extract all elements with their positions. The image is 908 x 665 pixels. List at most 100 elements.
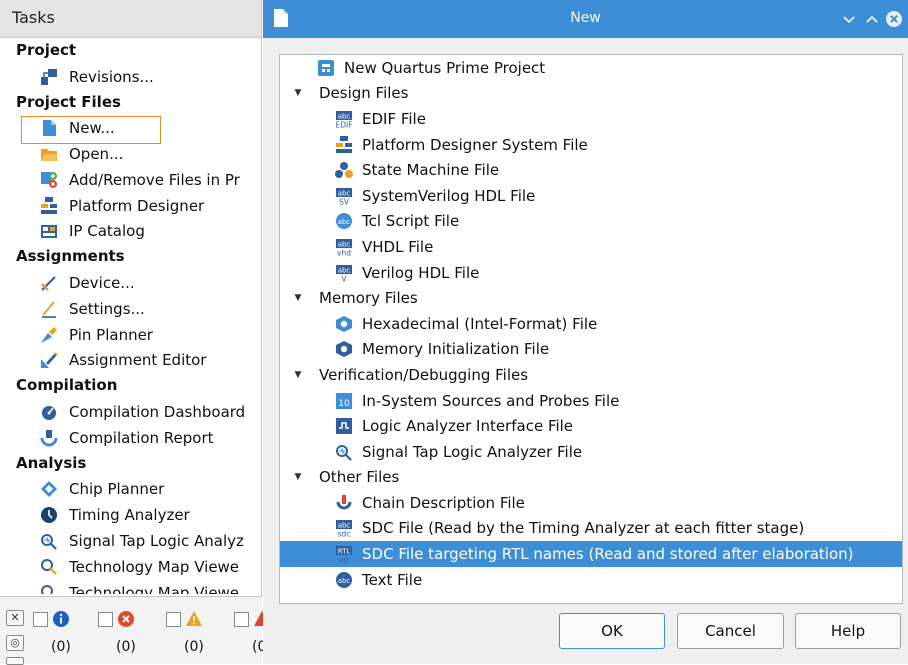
cancel-button[interactable]: Cancel: [677, 613, 784, 649]
task-item-label: Technology Map Viewe: [69, 583, 240, 594]
expand-caret-icon[interactable]: ▼: [289, 293, 307, 303]
tree-item-sdc-file-targeting-rtl-names-read-and-st[interactable]: RTL sdc SDC File targeting RTL names (Read…: [280, 541, 902, 567]
tree-item-verilog-hdl-file[interactable]: abc V Verilog HDL File: [280, 260, 902, 286]
tree-item-sdc-file-read-by-the-timing-analyzer-at-[interactable]: abc sdc SDC File (Read by the Timing Analy…: [280, 516, 902, 542]
minimize-icon[interactable]: [840, 10, 858, 28]
tree-item-vhdl-file[interactable]: abc vhd VHDL File: [280, 234, 902, 260]
tree-item-signal-tap-logic-analyzer-file[interactable]: Signal Tap Logic Analyzer File: [280, 439, 902, 465]
tree-item-label: Other Files: [319, 468, 400, 487]
task-item-technology-map-viewe[interactable]: Technology Map Viewe: [0, 580, 262, 594]
svg-text:V: V: [341, 274, 347, 282]
task-item-timing-analyzer[interactable]: Timing Analyzer: [0, 502, 262, 528]
open-folder-icon: [40, 145, 58, 163]
task-item-revisions[interactable]: Revisions...: [0, 64, 262, 90]
filter-checkbox[interactable]: [33, 611, 48, 627]
svg-text:abc: abc: [338, 189, 351, 197]
tree-category-memory-files[interactable]: ▼ Memory Files: [280, 285, 902, 311]
tree-item-new-quartus-prime-project[interactable]: New Quartus Prime Project: [280, 55, 902, 81]
task-item-platform-designer[interactable]: Platform Designer: [0, 193, 262, 219]
pin-planner-icon: [40, 326, 58, 344]
tree-item-hexadecimal-intel-format-file[interactable]: Hexadecimal (Intel-Format) File: [280, 311, 902, 337]
dialog-titlebar[interactable]: New: [263, 0, 908, 38]
tree-item-label: Chain Description File: [362, 493, 525, 512]
tree-item-in-system-sources-and-probes-file[interactable]: 10 In-System Sources and Probes File: [280, 388, 902, 414]
svg-text:10: 10: [338, 399, 350, 409]
tree-item-label: Verilog HDL File: [362, 263, 480, 282]
message-count: (0): [51, 639, 71, 655]
tree-item-label: SDC File (Read by the Timing Analyzer at…: [362, 519, 805, 538]
tree-item-text-file[interactable]: abc Text File: [280, 567, 902, 593]
task-item-ip-catalog[interactable]: IP Catalog: [0, 219, 262, 245]
task-item-technology-map-viewe[interactable]: Technology Map Viewe: [0, 554, 262, 580]
message-count: (0): [184, 639, 204, 655]
filter-checkbox[interactable]: [98, 611, 113, 627]
tree-item-label: In-System Sources and Probes File: [362, 391, 620, 410]
verilog-file-icon: abc V: [335, 264, 353, 282]
task-item-signal-tap-logic-analyz[interactable]: Signal Tap Logic Analyz: [0, 528, 262, 554]
timing-analyzer-icon: [40, 506, 58, 524]
technology-map-icon: [40, 558, 58, 576]
chip-planner-icon: [40, 480, 58, 498]
help-button[interactable]: Help: [795, 613, 901, 649]
svg-text:abc: abc: [338, 266, 351, 274]
tree-item-label: Hexadecimal (Intel-Format) File: [362, 314, 598, 333]
task-item-compilation-dashboard[interactable]: Compilation Dashboard: [0, 399, 262, 425]
ok-button[interactable]: OK: [559, 613, 665, 649]
expand-caret-icon[interactable]: ▼: [289, 88, 307, 98]
systemverilog-file-icon: abc SV: [335, 187, 353, 205]
error-icon: [117, 610, 135, 628]
task-item-compilation-report[interactable]: Compilation Report: [0, 425, 262, 451]
tree-item-label: EDIF File: [362, 109, 426, 128]
task-item-label: Timing Analyzer: [69, 506, 190, 525]
task-item-add-remove-files-in-pr[interactable]: Add/Remove Files in Pr: [0, 167, 262, 193]
tree-item-edif-file[interactable]: abc EDIF EDIF File: [280, 106, 902, 132]
tree-item-chain-description-file[interactable]: Chain Description File: [280, 490, 902, 516]
task-item-chip-planner[interactable]: Chip Planner: [0, 477, 262, 503]
filter-checkbox[interactable]: [166, 611, 181, 627]
svg-text:abc: abc: [338, 112, 351, 120]
tree-category-design-files[interactable]: ▼ Design Files: [280, 81, 902, 107]
task-item-device[interactable]: Device...: [0, 270, 262, 296]
task-item-label: IP Catalog: [69, 222, 145, 241]
tree-item-tcl-script-file[interactable]: abc Tcl Script File: [280, 209, 902, 235]
task-group-project-files: Project Files: [16, 92, 121, 111]
message-filter-warning[interactable]: [166, 610, 203, 628]
tree-category-other-files[interactable]: ▼ Other Files: [280, 465, 902, 491]
tree-item-memory-initialization-file[interactable]: Memory Initialization File: [280, 337, 902, 363]
close-icon[interactable]: [885, 10, 903, 28]
maximize-icon[interactable]: [863, 10, 881, 28]
tree-item-platform-designer-system-file[interactable]: Platform Designer System File: [280, 132, 902, 158]
clear-messages-icon[interactable]: ✕: [6, 610, 24, 626]
edif-file-icon: abc EDIF: [335, 110, 353, 128]
task-item-open[interactable]: Open...: [0, 141, 262, 167]
message-filter-error[interactable]: [98, 610, 135, 628]
svg-text:sdc: sdc: [338, 555, 351, 563]
tree-item-logic-analyzer-interface-file[interactable]: Logic Analyzer Interface File: [280, 413, 902, 439]
task-item-pin-planner[interactable]: Pin Planner: [0, 322, 262, 348]
task-group-compilation: Compilation: [16, 376, 118, 395]
svg-text:EDIF: EDIF: [335, 120, 352, 128]
tree-item-label: Memory Files: [319, 289, 418, 308]
platform-designer-icon: [40, 196, 58, 215]
revisions-icon: [40, 68, 58, 86]
task-group-analysis: Analysis: [16, 453, 87, 472]
tree-category-verification-debugging-files[interactable]: ▼ Verification/Debugging Files: [280, 362, 902, 388]
expand-caret-icon[interactable]: ▼: [289, 472, 307, 482]
task-item-label: Settings...: [69, 299, 145, 318]
task-item-label: Open...: [69, 145, 124, 164]
expand-caret-icon[interactable]: ▼: [289, 370, 307, 380]
tree-item-systemverilog-hdl-file[interactable]: abc SV SystemVerilog HDL File: [280, 183, 902, 209]
tree-item-label: Logic Analyzer Interface File: [362, 417, 574, 436]
message-filter-info[interactable]: [33, 610, 70, 628]
file-type-tree[interactable]: New Quartus Prime Project ▼ Design Files ab…: [279, 54, 903, 604]
tree-item-state-machine-file[interactable]: State Machine File: [280, 157, 902, 183]
task-item-new[interactable]: New...: [0, 115, 262, 145]
find-messages-icon[interactable]: ◎: [6, 635, 24, 651]
filter-checkbox[interactable]: [234, 611, 249, 627]
task-item-assignment-editor[interactable]: Assignment Editor: [0, 348, 262, 374]
compilation-report-icon: [40, 429, 58, 447]
task-item-settings[interactable]: Settings...: [0, 296, 262, 322]
compilation-dashboard-icon: [40, 403, 58, 421]
tcl-script-icon: abc: [335, 212, 353, 230]
svg-text:abc: abc: [338, 577, 351, 585]
